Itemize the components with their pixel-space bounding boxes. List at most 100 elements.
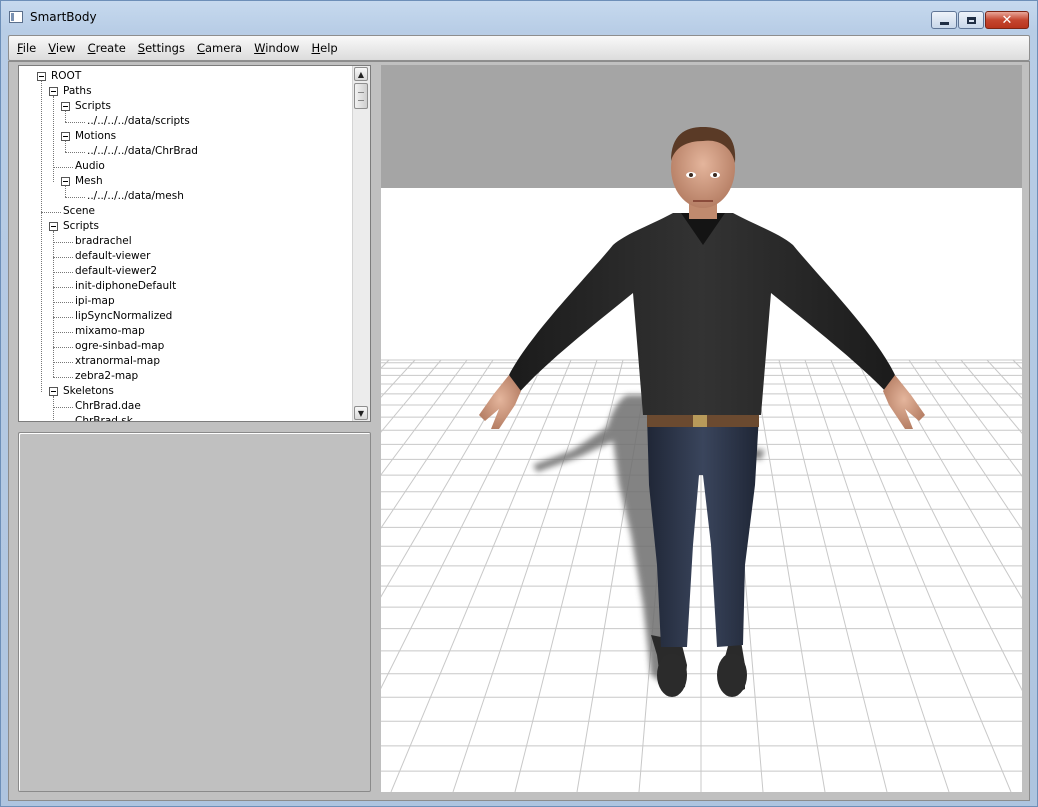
- tree-item-label: ogre-sinbad-map: [75, 340, 165, 352]
- menu-help[interactable]: Help: [307, 41, 345, 55]
- collapse-icon[interactable]: [49, 222, 58, 231]
- maximize-icon: [959, 12, 983, 28]
- tree-item[interactable]: default-viewer2: [75, 264, 157, 279]
- tree-connector: [41, 81, 42, 392]
- tree-item[interactable]: Scene: [63, 204, 95, 219]
- tree-scrollbar[interactable]: ▲ ▼: [352, 66, 370, 421]
- tree-connector: [53, 377, 73, 378]
- tree-connector: [65, 152, 85, 153]
- tree-item-label: ipi-map: [75, 295, 115, 307]
- tree-connector: [65, 111, 66, 122]
- tree-item[interactable]: init-diphoneDefault: [75, 279, 176, 294]
- tree-item[interactable]: ipi-map: [75, 294, 115, 309]
- tree-item[interactable]: Scripts: [63, 219, 99, 234]
- tree-connector: [65, 122, 85, 123]
- menu-create[interactable]: Create: [84, 41, 134, 55]
- tree-item[interactable]: Mesh: [75, 174, 103, 189]
- tree-connector: [53, 287, 73, 288]
- tree-item[interactable]: Audio: [75, 159, 105, 174]
- collapse-icon[interactable]: [37, 72, 46, 81]
- collapse-icon[interactable]: [61, 102, 70, 111]
- tree-connector: [53, 242, 73, 243]
- menu-view[interactable]: View: [44, 41, 83, 55]
- tree-connector: [53, 96, 54, 182]
- tree-item-label: Audio: [75, 160, 105, 172]
- minimize-button[interactable]: [931, 11, 957, 29]
- scroll-down-button[interactable]: ▼: [354, 406, 368, 420]
- window-title: SmartBody: [30, 10, 97, 24]
- maximize-button[interactable]: [958, 11, 984, 29]
- menu-file[interactable]: File: [13, 41, 44, 55]
- tree-item-label: ChrBrad.dae: [75, 400, 141, 412]
- tree-connector: [41, 212, 61, 213]
- close-button[interactable]: ✕: [985, 11, 1029, 29]
- tree-connector: [53, 167, 73, 168]
- tree-item-label: init-diphoneDefault: [75, 280, 177, 292]
- tree-item-label: Scripts: [75, 100, 111, 112]
- tree-item-label: ../../../../data/ChrBrad: [87, 145, 198, 157]
- tree-item-label: lipSyncNormalized: [75, 310, 173, 322]
- properties-panel: [18, 432, 371, 792]
- tree-item-label: ../../../../data/mesh: [87, 190, 184, 202]
- title-bar[interactable]: SmartBody ✕: [1, 1, 1037, 33]
- tree-item[interactable]: Paths: [63, 84, 92, 99]
- menu-bar: File View Create Settings Camera Window …: [8, 35, 1030, 61]
- tree-connector: [65, 197, 85, 198]
- tree-item[interactable]: ChrBrad.sk: [75, 414, 133, 422]
- tree-item-label: Mesh: [75, 175, 103, 187]
- tree-item[interactable]: default-viewer: [75, 249, 150, 264]
- tree-connector: [53, 332, 73, 333]
- tree-connector: [53, 362, 73, 363]
- tree-item-label: ../../../../data/scripts: [87, 115, 190, 127]
- menu-window[interactable]: Window: [250, 41, 307, 55]
- tree-item[interactable]: Motions: [75, 129, 116, 144]
- collapse-icon[interactable]: [61, 177, 70, 186]
- tree-item-label: Paths: [63, 85, 92, 97]
- tree-item[interactable]: ../../../../data/ChrBrad: [87, 144, 198, 159]
- tree-connector: [53, 407, 73, 408]
- tree-item[interactable]: bradrachel: [75, 234, 132, 249]
- tree-connector: [53, 396, 54, 421]
- tree-item-label: ROOT: [51, 70, 82, 82]
- app-window-icon: [9, 11, 23, 23]
- tree-connector: [53, 231, 54, 377]
- tree-item[interactable]: Skeletons: [63, 384, 114, 399]
- tree-item[interactable]: ogre-sinbad-map: [75, 339, 164, 354]
- arrow-down-icon: ▼: [357, 408, 365, 418]
- tree-item[interactable]: ROOT: [51, 69, 81, 84]
- tree-item-label: ChrBrad.sk: [75, 415, 133, 422]
- client-area: ▲ ▼ ROOT Paths Scripts ../../../../data/scr…: [8, 61, 1030, 801]
- tree-connector: [53, 317, 73, 318]
- tree-item-label: bradrachel: [75, 235, 132, 247]
- 3d-viewport[interactable]: [381, 65, 1022, 792]
- tree-item[interactable]: xtranormal-map: [75, 354, 160, 369]
- tree-item-label: zebra2-map: [75, 370, 139, 382]
- tree-connector: [53, 257, 73, 258]
- viewport-scene: [381, 127, 1022, 792]
- menu-settings[interactable]: Settings: [134, 41, 193, 55]
- collapse-icon[interactable]: [61, 132, 70, 141]
- collapse-icon[interactable]: [49, 387, 58, 396]
- tree-item-label: default-viewer: [75, 250, 151, 262]
- close-icon: ✕: [1001, 12, 1013, 28]
- window-controls: ✕: [930, 11, 1029, 31]
- tree-connector: [65, 186, 66, 197]
- tree-item-label: Scene: [63, 205, 96, 217]
- scroll-up-button[interactable]: ▲: [354, 67, 368, 81]
- scroll-thumb[interactable]: [354, 83, 368, 109]
- resource-tree[interactable]: ▲ ▼ ROOT Paths Scripts ../../../../data/scr…: [18, 65, 371, 422]
- tree-connector: [65, 141, 66, 152]
- tree-item[interactable]: zebra2-map: [75, 369, 138, 384]
- tree-item[interactable]: ../../../../data/scripts: [87, 114, 190, 129]
- tree-item[interactable]: ChrBrad.dae: [75, 399, 141, 414]
- minimize-icon: [932, 12, 956, 28]
- tree-item[interactable]: lipSyncNormalized: [75, 309, 172, 324]
- tree-item-label: default-viewer2: [75, 265, 158, 277]
- collapse-icon[interactable]: [49, 87, 58, 96]
- tree-item-label: Motions: [75, 130, 117, 142]
- menu-camera[interactable]: Camera: [193, 41, 250, 55]
- tree-item[interactable]: mixamo-map: [75, 324, 145, 339]
- tree-item[interactable]: ../../../../data/mesh: [87, 189, 184, 204]
- tree-item[interactable]: Scripts: [75, 99, 111, 114]
- tree-item-label: xtranormal-map: [75, 355, 160, 367]
